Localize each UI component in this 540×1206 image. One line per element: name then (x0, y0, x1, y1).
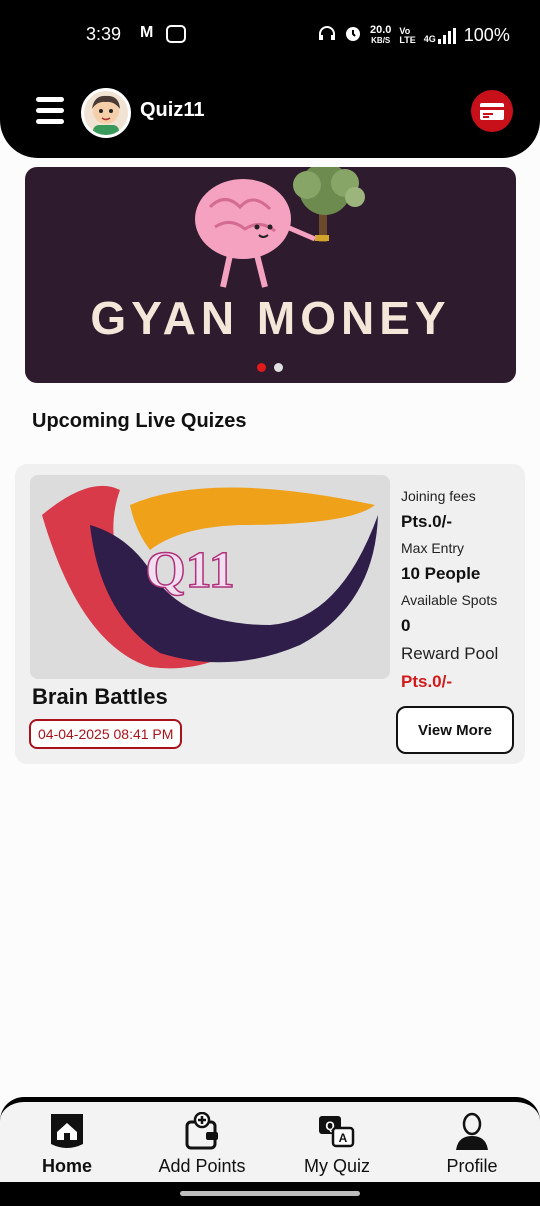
message-icon (166, 25, 186, 43)
volte-icon: Vo LTE (399, 25, 416, 45)
headphones-icon (318, 25, 336, 46)
alarm-icon (344, 24, 362, 47)
status-right: 20.0 KB/S Vo LTE 4G 100% (318, 24, 510, 47)
joining-fees-value: Pts.0/- (401, 512, 453, 531)
bottom-nav: Home Add Points QA My Quiz Profile (0, 1097, 540, 1187)
max-entry-label: Max Entry (401, 540, 465, 556)
nav-home[interactable]: Home (7, 1112, 127, 1177)
battery-level: 100% (463, 25, 510, 45)
quiz-card[interactable]: Q11 Brain Battles 04-04-2025 08:41 PM Jo… (15, 464, 525, 764)
wallet-add-icon (182, 1111, 222, 1152)
reward-pool-label: Reward Pool (401, 644, 499, 663)
section-title: Upcoming Live Quizes (32, 410, 247, 432)
card-icon[interactable] (471, 90, 513, 132)
network-type: 4G (423, 33, 436, 44)
app-title: Quiz11 (140, 99, 205, 121)
carrier-icon: M (140, 24, 154, 41)
hamburger-icon[interactable] (36, 97, 64, 125)
person-icon (452, 1112, 492, 1152)
avatar[interactable] (81, 88, 131, 138)
nav-profile-label: Profile (446, 1156, 498, 1176)
promo-banner[interactable]: GYAN MONEY (25, 167, 516, 383)
nav-my-quiz[interactable]: QA My Quiz (277, 1112, 397, 1177)
brain-mascot-illustration (195, 167, 365, 288)
status-bar: 3:39 M 20.0 KB/S Vo LTE 4G 100% (0, 22, 540, 48)
nav-my-quiz-label: My Quiz (303, 1156, 370, 1176)
carousel-dot-active[interactable] (257, 363, 266, 372)
reward-pool-value: Pts.0/- (401, 672, 453, 691)
home-gesture-handle[interactable] (180, 1191, 360, 1196)
status-time: 3:39 (86, 24, 122, 44)
signal-icon: 4G (423, 27, 456, 44)
net-speed: 20.0 KB/S (370, 25, 391, 46)
home-icon (47, 1112, 87, 1152)
nav-add-points-label: Add Points (158, 1156, 246, 1176)
available-spots-value: 0 (401, 616, 411, 635)
app-header: 3:39 M 20.0 KB/S Vo LTE 4G 100% Quiz11 (0, 0, 540, 158)
max-entry-value: 10 People (401, 564, 481, 583)
joining-fees-label: Joining fees (401, 488, 476, 504)
net-speed-unit: KB/S (371, 36, 391, 45)
net-speed-value: 20.0 (370, 24, 392, 36)
quiz-title: Brain Battles (32, 684, 168, 709)
nav-profile[interactable]: Profile (412, 1112, 532, 1177)
quiz-date-badge: 04-04-2025 08:41 PM (29, 719, 183, 749)
view-more-button[interactable]: View More (396, 706, 514, 754)
quiz-thumbnail: Q11 (30, 475, 390, 679)
available-spots-label: Available Spots (401, 592, 498, 608)
nav-add-points[interactable]: Add Points (142, 1111, 262, 1177)
quiz-logo-text: Q11 (145, 542, 235, 599)
quiz-info: Joining fees Pts.0/- Max Entry 10 People… (401, 482, 521, 694)
svg-text:A: A (339, 1131, 348, 1145)
banner-text: GYAN MONEY (90, 292, 451, 344)
carousel-dot[interactable] (274, 363, 283, 372)
carousel-dots (257, 363, 283, 372)
qa-icon: QA (317, 1112, 357, 1152)
nav-home-label: Home (41, 1156, 92, 1176)
system-nav-bar (0, 1182, 540, 1206)
